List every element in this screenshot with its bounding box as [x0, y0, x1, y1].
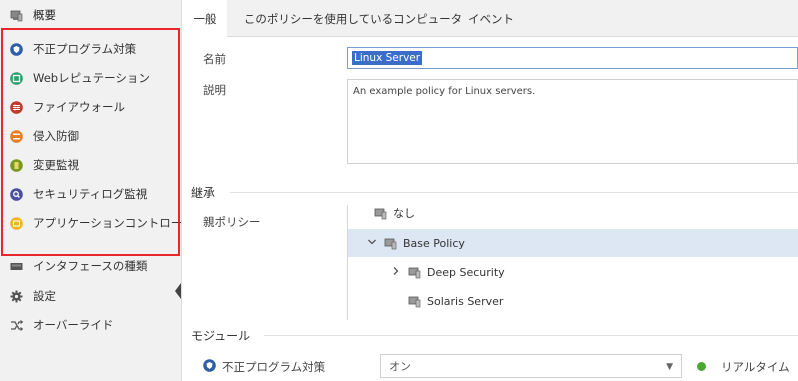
tree-item-label: なし — [393, 207, 415, 220]
chevron-right-icon[interactable] — [390, 266, 402, 279]
tree-item-label: Solaris Server — [427, 294, 504, 308]
anti-malware-icon — [10, 42, 23, 56]
sidebar-item-label: セキュリティログ監視 — [33, 187, 148, 201]
sidebar-item-overrides[interactable]: オーバーライド — [0, 312, 182, 338]
sidebar-item-label: Webレピュテーション — [33, 71, 150, 85]
module-row-label: 不正プログラム対策 — [222, 360, 326, 374]
anti-malware-icon — [203, 359, 216, 372]
sidebar-item-integrity-monitoring[interactable]: 変更監視 — [0, 152, 182, 178]
sidebar-item-label: 変更監視 — [33, 158, 79, 172]
tree-item-solaris-server[interactable]: Solaris Server — [348, 287, 798, 315]
sidebar-item-label: インタフェースの種類 — [33, 259, 148, 273]
sidebar-item-label: アプリケーションコントロール — [33, 216, 182, 230]
inheritance-section-title: 継承 — [191, 186, 216, 200]
tab-label: このポリシーを使用しているコンピュータ — [243, 11, 463, 26]
tree-item-deep-security[interactable]: Deep Security — [348, 258, 798, 286]
tab-events[interactable]: イベント — [463, 0, 519, 37]
name-label: 名前 — [203, 52, 226, 66]
interface-icon — [10, 260, 23, 273]
sidebar: 概要 不正プログラム対策 Webレピュテーション ファイアウォール 侵入防御 変… — [0, 0, 182, 381]
sidebar-item-label: 概要 — [33, 8, 56, 22]
sidebar-item-label: ファイアウォール — [33, 100, 125, 114]
sidebar-item-application-control[interactable]: アプリケーションコントロール — [0, 210, 182, 236]
tree-item-label: Deep Security — [427, 265, 505, 279]
tab-computers-using-policy[interactable]: このポリシーを使用しているコンピュータ — [243, 0, 463, 37]
sidebar-item-label: オーバーライド — [33, 318, 114, 332]
sidebar-collapse-handle[interactable] — [175, 283, 181, 299]
modules-section-title: モジュール — [191, 329, 251, 343]
module-status-text: リアルタイム — [721, 360, 790, 374]
computer-icon — [384, 237, 397, 250]
computer-icon — [374, 207, 387, 220]
name-field-value: Linux Server — [352, 51, 423, 65]
tree-item-base-policy[interactable]: Base Policy — [348, 229, 798, 257]
tab-label: イベント — [468, 11, 514, 26]
sidebar-item-label: 不正プログラム対策 — [33, 42, 137, 56]
section-divider — [230, 192, 798, 193]
description-label: 説明 — [203, 83, 226, 97]
gear-icon — [10, 290, 23, 303]
computer-icon — [10, 9, 23, 22]
parent-policy-label: 親ポリシー — [203, 215, 261, 229]
override-icon — [10, 319, 23, 332]
integrity-monitoring-icon — [10, 158, 23, 172]
description-field[interactable]: An example policy for Linux servers. — [347, 79, 798, 164]
tab-bar: 一般 このポリシーを使用しているコンピュータ イベント — [183, 0, 798, 38]
section-divider — [264, 335, 798, 336]
description-field-value: An example policy for Linux servers. — [353, 86, 536, 97]
log-inspection-icon — [10, 187, 23, 201]
application-control-icon — [10, 216, 23, 230]
sidebar-item-overview[interactable]: 概要 — [0, 2, 182, 28]
sidebar-item-firewall[interactable]: ファイアウォール — [0, 94, 182, 120]
tab-general[interactable]: 一般 — [183, 0, 227, 38]
sidebar-item-interface-types[interactable]: インタフェースの種類 — [0, 253, 182, 279]
sidebar-item-label: 設定 — [33, 289, 56, 303]
tree-item-none[interactable]: なし — [348, 205, 798, 227]
tab-label: 一般 — [193, 12, 217, 26]
chevron-down-icon[interactable] — [366, 237, 378, 250]
parent-policy-tree: なし Base Policy Deep Security Solaris Ser… — [347, 205, 798, 320]
web-reputation-icon — [10, 71, 23, 85]
sidebar-item-web-reputation[interactable]: Webレピュテーション — [0, 65, 182, 91]
module-state-value: オン — [389, 360, 411, 373]
sidebar-item-settings[interactable]: 設定 — [0, 283, 182, 309]
status-dot-icon — [697, 362, 706, 371]
dropdown-caret-icon: ▼ — [666, 362, 673, 372]
computer-icon — [408, 266, 421, 279]
sidebar-item-label: 侵入防御 — [33, 129, 79, 143]
module-state-select[interactable]: オン ▼ — [380, 354, 682, 378]
sidebar-item-intrusion-prevention[interactable]: 侵入防御 — [0, 123, 182, 149]
sidebar-item-anti-malware[interactable]: 不正プログラム対策 — [0, 36, 182, 62]
firewall-icon — [10, 100, 23, 114]
intrusion-prevention-icon — [10, 129, 23, 143]
sidebar-item-log-inspection[interactable]: セキュリティログ監視 — [0, 181, 182, 207]
computer-icon — [408, 295, 421, 308]
tree-item-label: Base Policy — [403, 236, 465, 250]
name-field[interactable]: Linux Server — [347, 47, 798, 69]
